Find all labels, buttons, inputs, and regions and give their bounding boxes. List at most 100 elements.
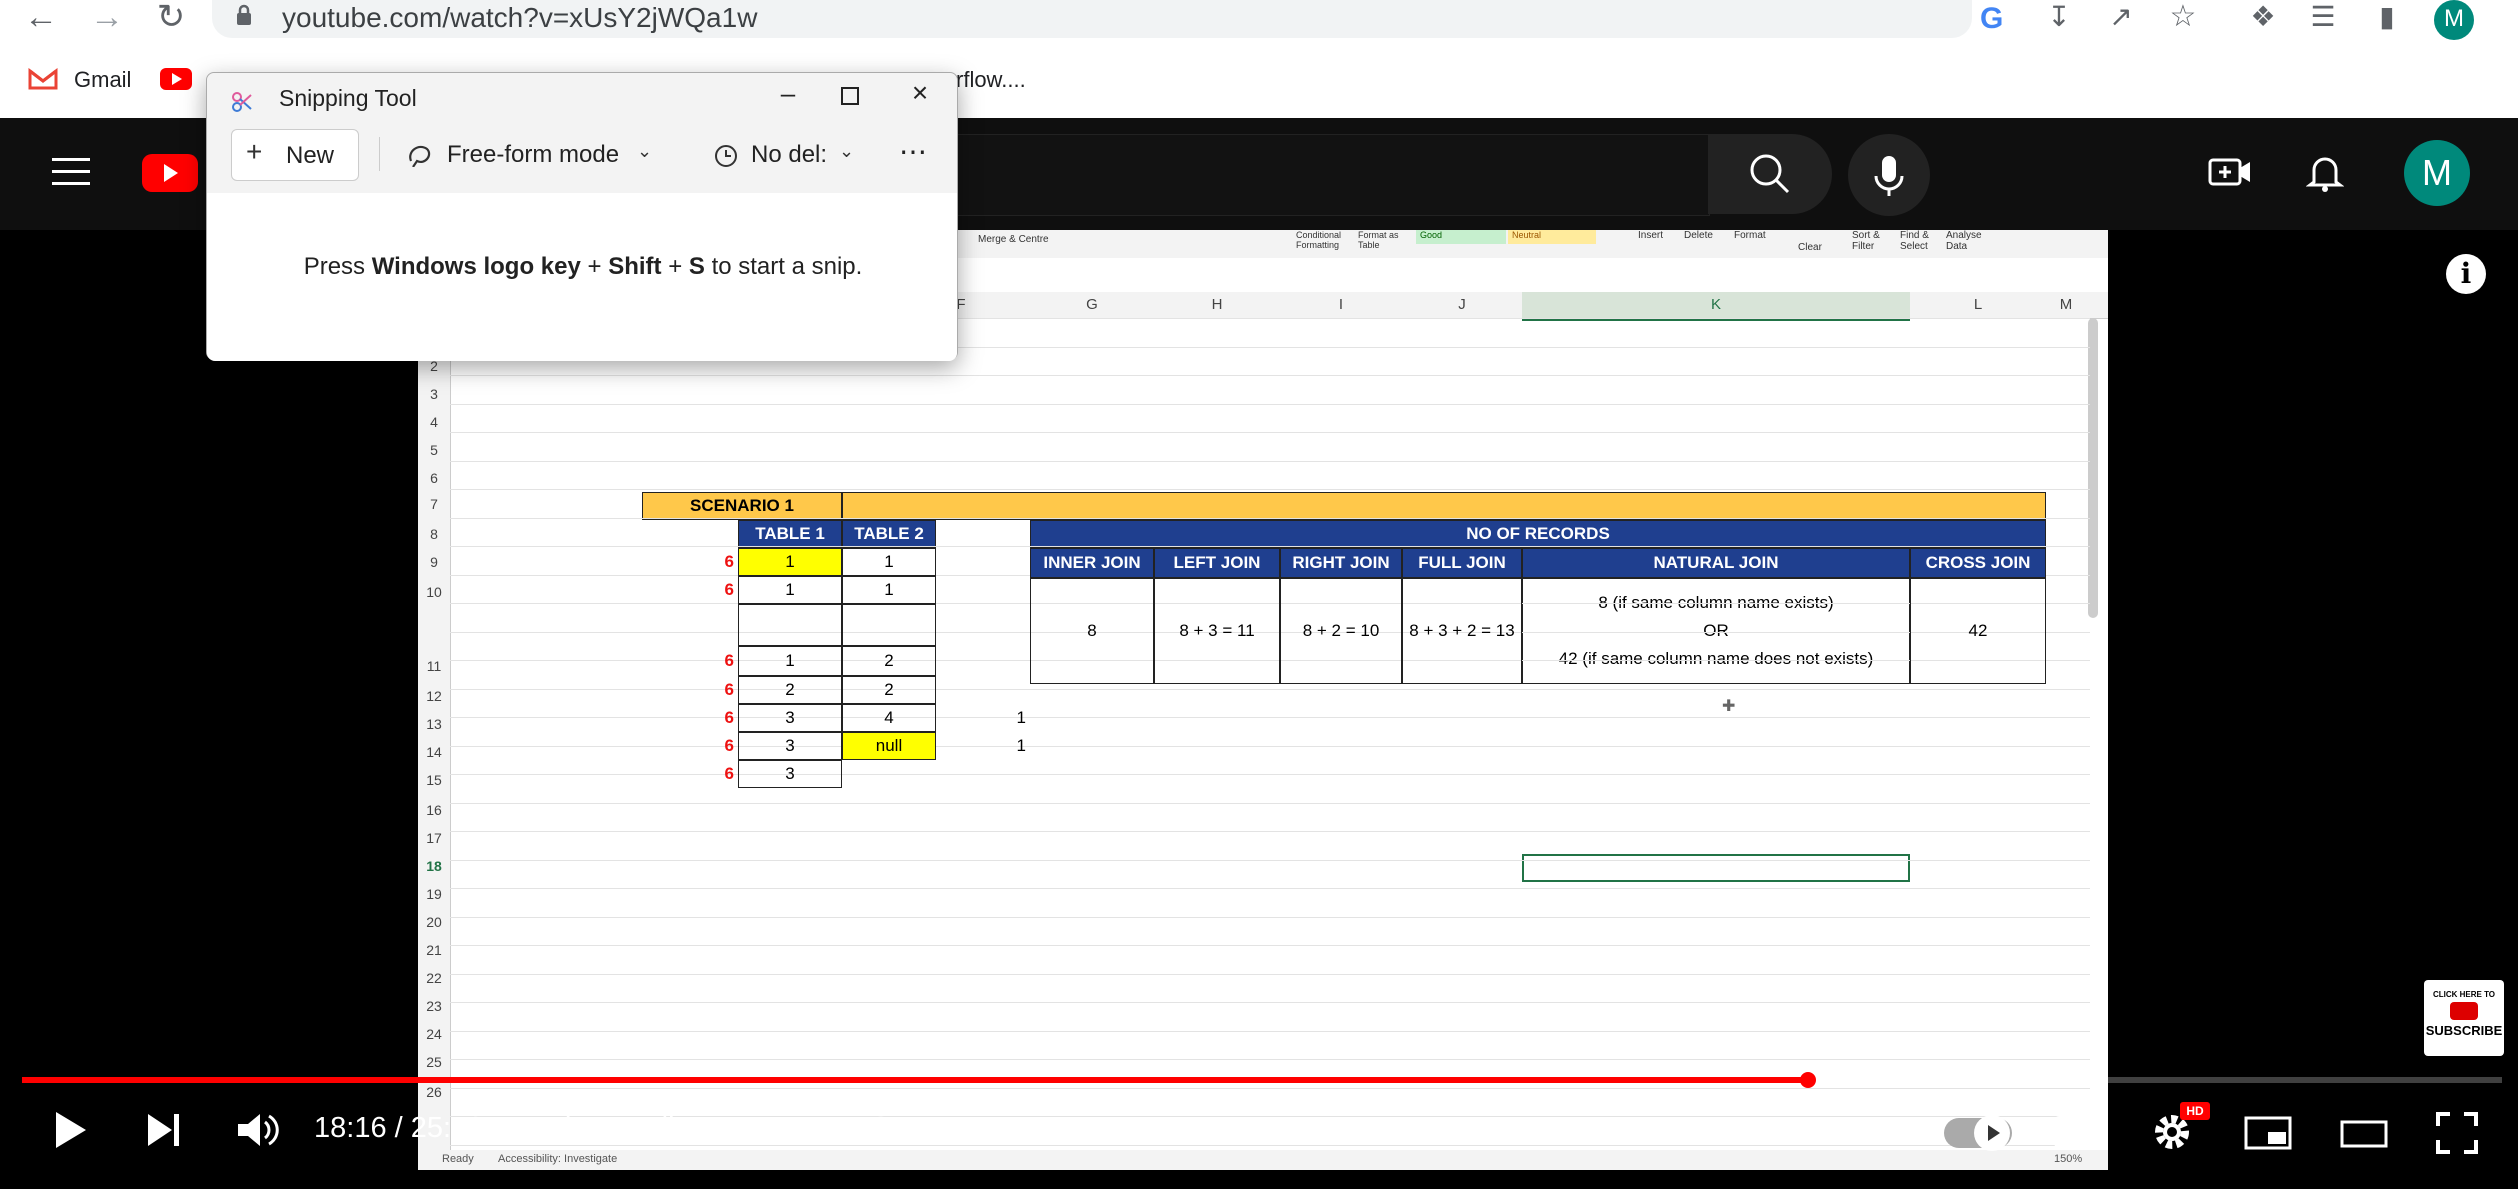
snipping-tool-window[interactable]: Snipping Tool – × + New Free-form mode ⌄… [206,72,958,361]
close-icon[interactable]: × [905,73,935,113]
autoplay-knob [1974,1115,2010,1151]
new-button-label: New [286,142,335,169]
youtube-bookmark-icon[interactable] [160,68,192,90]
next-icon[interactable] [146,1112,182,1148]
toolbar-divider [379,137,380,171]
side-panel-icon[interactable]: ▮ [2368,0,2406,38]
progress-scrubber[interactable] [1799,1072,1816,1088]
ribbon-sort-filter: Sort & Filter [1852,230,1880,252]
gmail-icon [28,67,58,90]
ribbon-format: Format [1734,230,1766,241]
table1-cell: 2 [738,676,842,704]
clock-icon [715,145,737,167]
count-cell: 6 [724,680,734,699]
youtube-avatar[interactable]: M [2404,140,2470,206]
subscribe-youtube-icon [2450,1002,2478,1020]
fullscreen-icon[interactable] [2436,1112,2478,1154]
row-number: 21 [426,942,442,958]
row-number: 26 [426,1084,442,1100]
sheet-scrollbar[interactable] [2088,318,2098,618]
subscribe-text: SUBSCRIBE [2425,1023,2503,1038]
video-frame[interactable]: Merge & Centre Conditional Formatting Fo… [418,230,2108,1170]
col-header-J: J [1458,296,1466,313]
theater-mode-icon[interactable] [2340,1120,2388,1148]
ribbon-analyse: Analyse Data [1946,230,1982,252]
grid-line [450,916,2090,918]
volume-icon[interactable] [236,1110,280,1150]
cc-icon[interactable]: CC [2054,1116,2098,1148]
row-number: 22 [426,970,442,986]
play-icon[interactable] [52,1110,88,1150]
back-arrow-icon[interactable]: ← [22,0,60,38]
scenario-bar [842,492,2046,520]
share-icon[interactable]: ↗ [2102,0,2140,38]
google-icon[interactable]: G [1980,2,2003,36]
maximize-icon[interactable] [841,87,859,105]
forward-arrow-icon[interactable]: → [88,0,126,38]
youtube-logo[interactable] [142,154,198,192]
video-progress-bar[interactable] [22,1077,2502,1083]
col-header-M: M [2059,296,2073,313]
autoplay-toggle[interactable] [1944,1115,2012,1151]
create-video-icon[interactable] [2208,154,2252,190]
table1-spacer-cell [738,604,842,646]
media-control-icon[interactable]: ☰ [2304,0,2342,38]
bookmark-stackoverflow[interactable]: rflow.... [956,62,1026,98]
row-number: 20 [426,914,442,930]
extensions-icon[interactable]: ❖ [2244,0,2282,38]
grid-line [450,517,2090,519]
table2-spacer-cell [842,604,936,646]
hamburger-menu-icon[interactable] [52,156,90,186]
row-number: 4 [430,414,438,430]
url-text[interactable]: youtube.com/watch?v=xUsY2jWQa1w [282,0,757,36]
miniplayer-icon[interactable] [2244,1116,2292,1150]
subscribe-watermark[interactable]: CLICK HERE TO SUBSCRIBE [2424,980,2504,1056]
ribbon-conditional: Conditional Formatting [1296,230,1342,250]
search-button[interactable] [1708,134,1832,214]
delay-dropdown[interactable]: No del: ⌄ [705,131,865,179]
snip-hint: Press Windows logo key + Shift + S to st… [207,253,959,281]
grid-line [450,945,2090,946]
row-number: 19 [426,886,442,902]
chapter-chevron-icon[interactable]: › [936,1112,946,1146]
chevron-down-icon: ⌄ [839,141,855,161]
bookmark-gmail[interactable]: Gmail [74,62,131,98]
more-options-icon[interactable]: ⋯ [899,135,928,168]
star-icon[interactable]: ☆ [2164,0,2202,38]
snipping-tool-body: Press Windows logo key + Shift + S to st… [207,193,957,361]
notifications-bell-icon[interactable] [2305,152,2345,192]
join-header-cell: NATURAL JOIN [1522,548,1910,578]
row-number: 9 [430,554,438,570]
snip-mode-dropdown[interactable]: Free-form mode ⌄ [397,131,667,179]
table2-header: TABLE 2 [842,520,936,548]
minimize-icon[interactable]: – [773,73,803,113]
excel-status-bar: Ready Accessibility: Investigate 150% [418,1150,2108,1170]
records-header: NO OF RECORDS [1030,520,2046,548]
table2-cell: 4 [842,704,936,732]
grid-line [450,1087,2090,1089]
cursor-cross-icon: ✚ [1722,698,1736,715]
install-icon[interactable]: ↧ [2040,0,2078,38]
status-accessibility: Accessibility: Investigate [498,1153,618,1165]
new-snip-button[interactable]: + New [231,129,359,181]
lock-icon[interactable] [236,4,252,25]
grid-line [450,973,2090,975]
chapter-title[interactable]: • Understanding NATURAL JOIN [500,1112,921,1145]
time-display: 18:16 / 25:16 [314,1112,484,1144]
microphone-button[interactable] [1848,134,1930,216]
table2-cell: 1 [842,548,936,576]
search-input[interactable] [920,134,1710,216]
join-header-cell: INNER JOIN [1030,548,1154,578]
count-cell: 6 [724,736,734,755]
side-value-cell: 1 [1016,736,1026,755]
join-value-cell: 8 [1030,578,1154,684]
reload-icon[interactable]: ↻ [152,0,190,38]
profile-avatar[interactable]: M [2434,0,2474,40]
grid-line [450,460,2090,462]
grid-line [450,546,2090,547]
selected-cell[interactable] [1522,854,1910,882]
hint-plus-1: + [580,253,609,280]
col-header-G: G [1086,296,1098,313]
row-number: 17 [426,830,442,846]
info-icon[interactable]: i [2446,254,2486,294]
